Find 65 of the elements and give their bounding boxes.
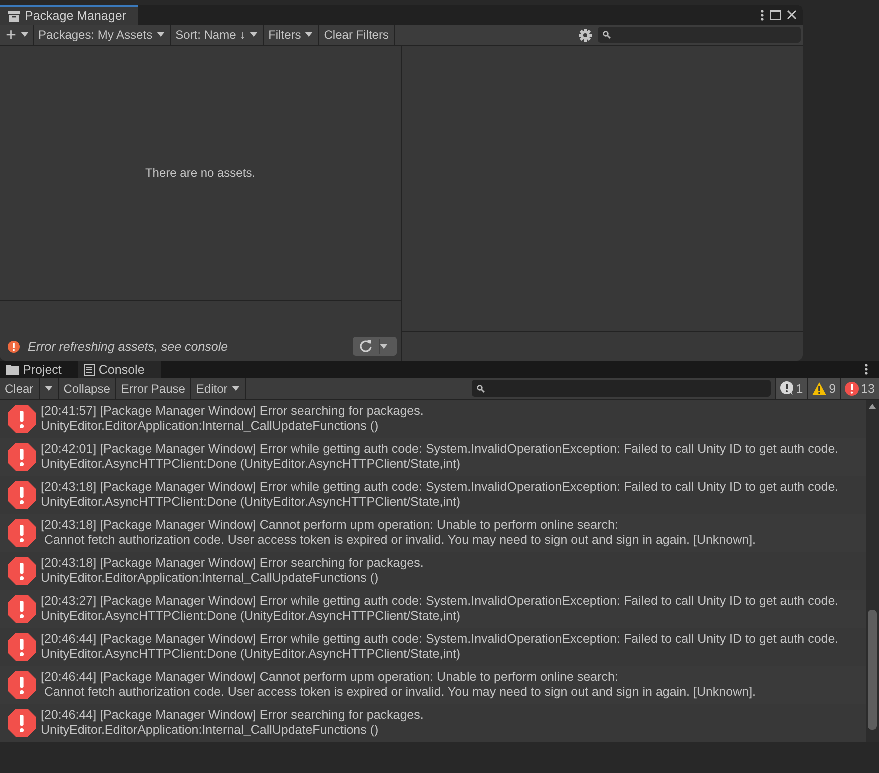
log-detail: UnityEditor.EditorApplication:Internal_CallUpdateFunctions () (41, 723, 380, 738)
log-message: [20:43:27] [Package Manager Window] Error while getting auth code: System.InvalidOperationException: Failed to call Unity ID to get auth code. (41, 594, 839, 609)
log-message: [20:43:18] [Package Manager Window] Cannot perform upm operation: Unable to perform online search: (41, 518, 620, 533)
log-detail: UnityEditor.AsyncHTTPClient:Done (UnityEditor.AsyncHTTPClient/State,int) (41, 457, 462, 472)
status-message: Error refreshing assets, see console (28, 340, 230, 354)
error-icon (7, 708, 37, 738)
caret-icon (380, 344, 388, 350)
info-icon (780, 381, 794, 396)
error-icon (7, 556, 37, 586)
log-message: [20:46:44] [Package Manager Window] Cannot perform upm operation: Unable to perform online search: (41, 670, 620, 685)
log-detail: UnityEditor.AsyncHTTPClient:Done (UnityEditor.AsyncHTTPClient/State,int) (41, 609, 462, 624)
scroll-thumb[interactable] (868, 610, 877, 730)
empty-message: There are no assets. (145, 166, 256, 180)
more-options-icon[interactable] (865, 364, 868, 375)
window-title: Package Manager (25, 9, 126, 23)
log-count-toggle[interactable]: 1 (775, 378, 808, 399)
more-options-icon[interactable] (761, 10, 764, 20)
log-entry[interactable]: [20:46:44] [Package Manager Window] Error searching for packages. UnityEditor.EditorApplication:Internal_CallUpdateFunctions () (0, 704, 866, 742)
error-icon (8, 340, 20, 352)
log-count-toggle[interactable]: 13 (840, 378, 879, 399)
log-detail: UnityEditor.AsyncHTTPClient:Done (UnityEditor.AsyncHTTPClient/State,int) (41, 647, 462, 662)
caret-icon (156, 32, 165, 38)
search-icon (477, 384, 486, 392)
error-icon (7, 442, 37, 472)
caret-icon (232, 386, 240, 392)
panel-tab[interactable]: Console (78, 361, 161, 378)
log-detail: UnityEditor.EditorApplication:Internal_CallUpdateFunctions () (41, 419, 380, 434)
log-message: [20:41:57] [Package Manager Window] Error searching for packages. (41, 404, 424, 419)
caret-icon (305, 32, 314, 38)
error-icon (7, 480, 37, 510)
log-message: [20:43:18] [Package Manager Window] Error searching for packages. (41, 556, 424, 571)
error-icon (845, 382, 860, 396)
console-icon (84, 364, 95, 376)
log-message: [20:43:18] [Package Manager Window] Error while getting auth code: System.InvalidOperationException: Failed to call Unity ID to get auth code. (41, 480, 839, 495)
log-message: [20:42:01] [Package Manager Window] Error while getting auth code: System.InvalidOperationException: Failed to call Unity ID to get auth code. (41, 442, 839, 457)
refresh-button[interactable] (353, 337, 397, 356)
caret-icon (20, 32, 29, 38)
search-field[interactable] (472, 380, 772, 397)
error-icon (7, 518, 37, 548)
warning-icon (812, 382, 828, 396)
log-detail: Cannot fetch authorization code. User access token is expired or invalid. You may need to sign out and sign in again. [Unknown]. (43, 533, 756, 548)
package-icon (8, 10, 20, 22)
error-icon (7, 632, 37, 662)
log-message: [20:46:44] [Package Manager Window] Error while getting auth code: System.InvalidOperationException: Failed to call Unity ID to get auth code. (41, 632, 839, 647)
log-detail: UnityEditor.EditorApplication:Internal_CallUpdateFunctions () (41, 571, 380, 586)
error-icon (7, 404, 37, 434)
scroll-up-icon[interactable] (869, 404, 876, 409)
log-entry[interactable]: [20:43:18] [Package Manager Window] Error searching for packages. UnityEditor.EditorApplication:Internal_CallUpdateFunctions () (0, 552, 866, 590)
window-tab[interactable]: Package Manager (0, 5, 138, 25)
error-icon (7, 670, 37, 700)
search-field[interactable] (598, 27, 801, 43)
folder-icon (6, 364, 19, 375)
log-detail: UnityEditor.AsyncHTTPClient:Done (UnityEditor.AsyncHTTPClient/State,int) (41, 495, 462, 510)
close-icon[interactable] (787, 10, 797, 20)
caret-icon (250, 32, 258, 38)
log-detail: Cannot fetch authorization code. User access token is expired or invalid. You may need to sign out and sign in again. [Unknown]. (43, 685, 756, 700)
error-icon (7, 594, 37, 624)
search-icon (603, 31, 611, 39)
caret-icon (44, 386, 53, 392)
maximize-icon[interactable] (770, 10, 781, 20)
settings-icon[interactable] (579, 28, 592, 42)
log-message: [20:46:44] [Package Manager Window] Error searching for packages. (41, 708, 424, 723)
log-count-toggle[interactable]: 9 (807, 378, 840, 399)
scrollbar[interactable] (866, 400, 879, 742)
log-entry[interactable]: [20:41:57] [Package Manager Window] Error searching for packages. UnityEditor.EditorApplication:Internal_CallUpdateFunctions () (0, 400, 866, 438)
